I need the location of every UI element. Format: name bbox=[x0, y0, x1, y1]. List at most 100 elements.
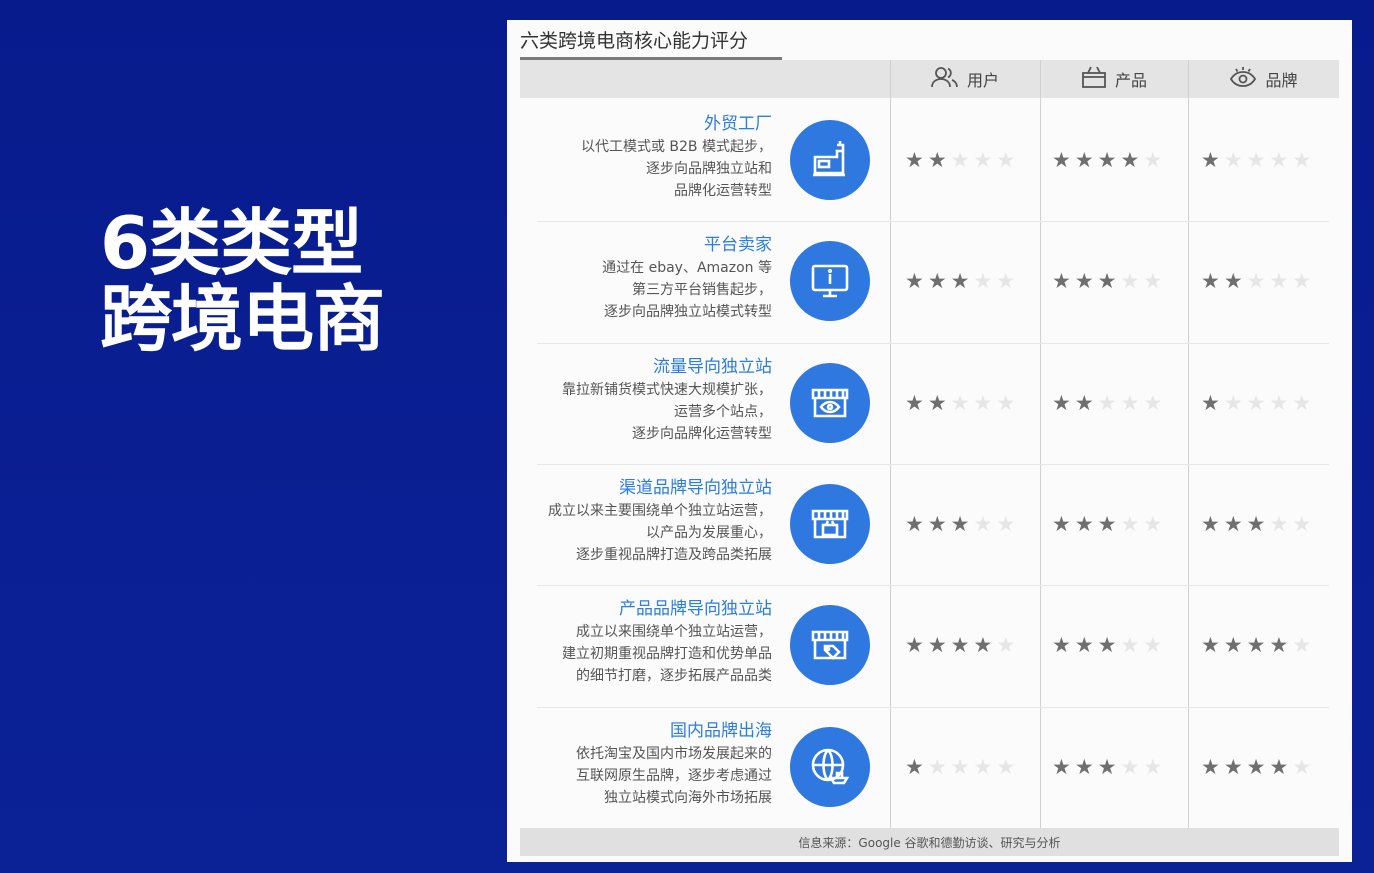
star-filled-icon: ★ bbox=[927, 633, 947, 658]
star-filled-icon: ★ bbox=[1246, 511, 1266, 536]
column-header-brand: 品牌 bbox=[1188, 60, 1339, 98]
slide-title-line1: 6类类型 bbox=[100, 201, 363, 285]
star-rating: ★ ★ ★ ★ ★ bbox=[905, 511, 1015, 536]
row-description-line: 成立以来主要围绕单个独立站运营， bbox=[548, 502, 772, 519]
star-filled-icon: ★ bbox=[1097, 754, 1117, 779]
star-empty-icon: ★ bbox=[1223, 148, 1243, 172]
star-empty-icon: ★ bbox=[1143, 148, 1163, 172]
slide-title: 6类类型 跨境电商 bbox=[100, 201, 385, 357]
star-empty-icon: ★ bbox=[973, 269, 993, 294]
star-filled-icon: ★ bbox=[1052, 269, 1071, 294]
row-description-line: 互联网原生品牌，逐步考虑通过 bbox=[576, 767, 772, 784]
star-empty-icon: ★ bbox=[1120, 390, 1140, 415]
star-filled-icon: ★ bbox=[927, 511, 947, 536]
star-empty-icon: ★ bbox=[1292, 269, 1312, 294]
star-filled-icon: ★ bbox=[1223, 511, 1243, 536]
star-empty-icon: ★ bbox=[1097, 390, 1117, 415]
star-filled-icon: ★ bbox=[905, 148, 924, 172]
row-description-line: 逐步向品牌化运营转型 bbox=[632, 425, 772, 442]
star-rating: ★ ★ ★ ★ ★ bbox=[1052, 271, 1162, 292]
star-empty-icon: ★ bbox=[1143, 390, 1163, 415]
column-header-user: 用户 bbox=[890, 60, 1040, 98]
star-empty-icon: ★ bbox=[1292, 390, 1312, 415]
sewing-machine-icon bbox=[790, 120, 870, 200]
row-name: 产品品牌导向独立站 bbox=[619, 599, 772, 620]
star-filled-icon: ★ bbox=[1201, 269, 1220, 294]
star-empty-icon: ★ bbox=[996, 390, 1016, 415]
star-rating: ★ ★ ★ ★ ★ bbox=[1201, 754, 1311, 779]
row-description: 渠道品牌导向独立站 成立以来主要围绕单个独立站运营， 以产品为发展重心， 逐步重视品牌… bbox=[502, 476, 772, 566]
star-filled-icon: ★ bbox=[1201, 754, 1220, 779]
star-filled-icon: ★ bbox=[1097, 148, 1117, 172]
star-empty-icon: ★ bbox=[996, 633, 1016, 658]
globe-ship-icon bbox=[790, 726, 870, 807]
row-description-line: 逐步向品牌独立站和 bbox=[646, 161, 772, 177]
star-empty-icon: ★ bbox=[1143, 633, 1163, 658]
row-description: 流量导向独立站 靠拉新铺货模式快速大规模扩张， 运营多个站点， 逐步向品牌化运营转型 bbox=[502, 355, 772, 445]
star-rating: ★ ★ ★ ★ ★ bbox=[1052, 754, 1163, 779]
row-name: 渠道品牌导向独立站 bbox=[619, 477, 772, 498]
star-empty-icon: ★ bbox=[1269, 390, 1289, 415]
star-filled-icon: ★ bbox=[1097, 633, 1117, 658]
row-name: 外贸工厂 bbox=[704, 114, 772, 134]
row-description-line: 建立初期重视品牌打造和优势单品 bbox=[562, 646, 772, 663]
star-rating: ★ ★ ★ ★ ★ bbox=[905, 635, 1015, 656]
star-filled-icon: ★ bbox=[950, 269, 970, 294]
row-description: 产品品牌导向独立站成立以来围绕单个独立站运营， 建立初期重视品牌打造和优势单品的细… bbox=[502, 597, 772, 687]
row-divider bbox=[537, 342, 1329, 344]
star-empty-icon: ★ bbox=[1246, 390, 1266, 415]
star-empty-icon: ★ bbox=[950, 148, 970, 172]
star-empty-icon: ★ bbox=[1143, 754, 1163, 779]
row-description-line: 成立以来围绕单个独立站运营， bbox=[576, 624, 772, 641]
star-empty-icon: ★ bbox=[1269, 269, 1289, 294]
column-label-product: 产品 bbox=[1114, 71, 1147, 90]
star-rating: ★ ★ ★ ★ ★ bbox=[905, 390, 1016, 415]
star-empty-icon: ★ bbox=[1120, 511, 1140, 536]
star-filled-icon: ★ bbox=[1201, 390, 1220, 415]
row-description-line: 依托淘宝及国内市场发展起来的 bbox=[576, 745, 772, 762]
column-header-product: 产品 bbox=[1040, 60, 1188, 98]
row-description-line: 第三方平台销售起步， bbox=[632, 282, 772, 299]
star-empty-icon: ★ bbox=[973, 148, 993, 172]
star-filled-icon: ★ bbox=[1052, 511, 1071, 536]
column-label-user: 用户 bbox=[966, 71, 999, 90]
star-rating: ★ ★ ★ ★ ★ bbox=[1201, 390, 1312, 415]
row-description-line: 的细节打磨，逐步拓展产品品类 bbox=[576, 668, 772, 685]
star-filled-icon: ★ bbox=[1074, 269, 1094, 294]
star-filled-icon: ★ bbox=[905, 269, 924, 294]
star-filled-icon: ★ bbox=[1074, 633, 1094, 658]
star-empty-icon: ★ bbox=[1120, 633, 1140, 658]
star-empty-icon: ★ bbox=[950, 754, 970, 779]
monitor-icon bbox=[790, 241, 870, 322]
row-description-line: 逐步向品牌独立站模式转型 bbox=[604, 304, 772, 321]
row-description-line: 独立站模式向海外市场拓展 bbox=[604, 789, 772, 806]
row-name: 平台卖家 bbox=[704, 235, 772, 256]
star-empty-icon: ★ bbox=[1143, 511, 1163, 536]
star-filled-icon: ★ bbox=[1201, 633, 1220, 658]
star-rating: ★ ★ ★ ★ ★ bbox=[1201, 635, 1311, 656]
star-rating: ★ ★ ★ ★ ★ bbox=[905, 150, 1015, 171]
row-description-line: 品牌化运营转型 bbox=[674, 183, 772, 199]
star-filled-icon: ★ bbox=[1074, 754, 1094, 779]
star-empty-icon: ★ bbox=[1269, 148, 1289, 172]
star-empty-icon: ★ bbox=[1292, 633, 1312, 658]
star-filled-icon: ★ bbox=[1052, 390, 1071, 415]
star-filled-icon: ★ bbox=[1223, 633, 1243, 658]
row-description-line: 靠拉新铺货模式快速大规模扩张， bbox=[562, 381, 772, 398]
star-rating: ★ ★ ★ ★ ★ bbox=[1052, 511, 1163, 536]
star-filled-icon: ★ bbox=[1052, 148, 1071, 172]
star-empty-icon: ★ bbox=[1292, 511, 1312, 536]
star-filled-icon: ★ bbox=[1223, 269, 1243, 294]
star-filled-icon: ★ bbox=[1097, 511, 1117, 536]
row-divider bbox=[537, 221, 1329, 223]
star-rating: ★ ★ ★ ★ ★ bbox=[1201, 150, 1311, 171]
star-empty-icon: ★ bbox=[927, 754, 947, 779]
star-empty-icon: ★ bbox=[1143, 269, 1163, 294]
star-filled-icon: ★ bbox=[1201, 148, 1220, 172]
star-rating: ★ ★ ★ ★ ★ bbox=[1052, 390, 1163, 415]
row-name: 国内品牌出海 bbox=[670, 720, 772, 741]
row-description: 外贸工厂 以代工模式或 B2B 模式起步， 逐步向品牌独立站和 品牌化运营转型 bbox=[502, 112, 772, 202]
star-filled-icon: ★ bbox=[905, 633, 924, 658]
box-icon bbox=[1081, 65, 1115, 93]
row-description-line: 以产品为发展重心， bbox=[646, 524, 772, 541]
